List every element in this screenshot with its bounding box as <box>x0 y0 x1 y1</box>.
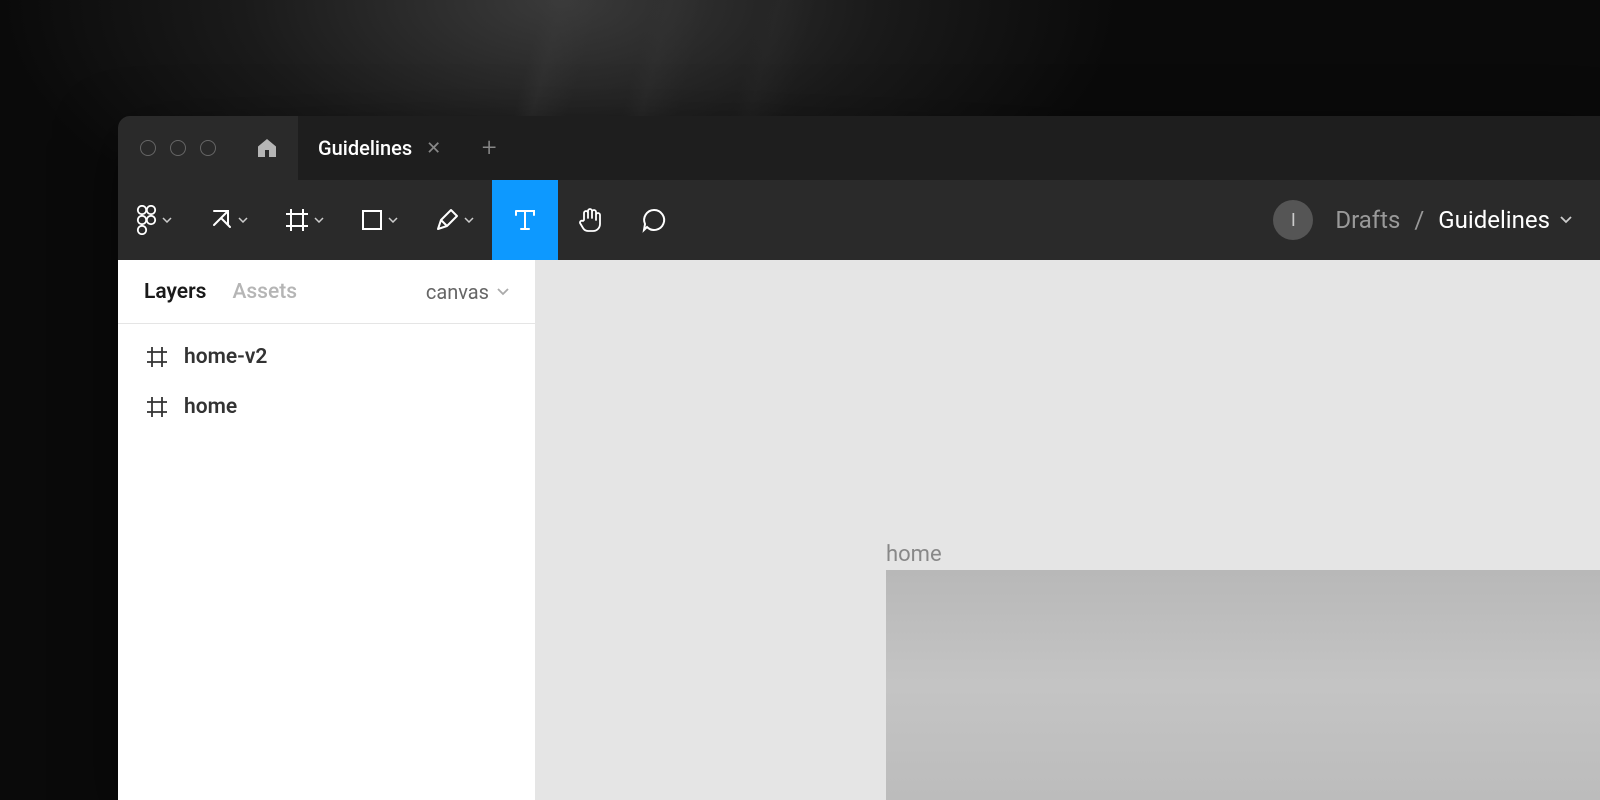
artboard-home[interactable] <box>886 570 1600 800</box>
left-sidebar: Layers Assets canvas home-v2 <box>118 260 536 800</box>
new-tab-button[interactable]: + <box>461 116 517 180</box>
avatar-initial: I <box>1291 210 1296 231</box>
tab-assets[interactable]: Assets <box>232 280 297 304</box>
layer-name: home <box>184 395 237 419</box>
toolbar: I Drafts / Guidelines <box>118 180 1600 260</box>
chevron-down-icon <box>464 215 474 225</box>
file-tab[interactable]: Guidelines ✕ <box>298 116 461 180</box>
frame-label[interactable]: home <box>886 542 942 567</box>
content-area: Layers Assets canvas home-v2 <box>118 260 1600 800</box>
frame-icon <box>284 207 310 233</box>
home-icon <box>255 136 279 160</box>
close-tab-icon[interactable]: ✕ <box>426 138 441 159</box>
titlebar: Guidelines ✕ + <box>118 116 1600 180</box>
comment-tool[interactable] <box>622 180 686 260</box>
sidebar-tabs: Layers Assets canvas <box>118 260 535 324</box>
avatar[interactable]: I <box>1273 200 1313 240</box>
tab-title: Guidelines <box>318 136 412 160</box>
chevron-down-icon <box>1560 216 1572 224</box>
figma-icon <box>136 205 158 235</box>
comment-icon <box>641 207 667 233</box>
home-button[interactable] <box>236 116 298 180</box>
page-selector[interactable]: canvas <box>426 280 509 304</box>
frame-tool[interactable] <box>266 180 342 260</box>
pen-icon <box>434 207 460 233</box>
layer-list: home-v2 home <box>118 324 535 432</box>
text-tool[interactable] <box>492 180 558 260</box>
main-menu[interactable] <box>118 180 190 260</box>
hand-icon <box>576 206 604 234</box>
layer-item[interactable]: home <box>118 382 535 432</box>
breadcrumb: I Drafts / Guidelines <box>1273 180 1600 260</box>
close-window[interactable] <box>140 140 156 156</box>
move-tool[interactable] <box>190 180 266 260</box>
frame-icon <box>146 346 168 368</box>
rectangle-icon <box>360 208 384 232</box>
hand-tool[interactable] <box>558 180 622 260</box>
frame-icon <box>146 396 168 418</box>
window-controls <box>118 116 236 180</box>
breadcrumb-parent[interactable]: Drafts <box>1335 206 1400 234</box>
pen-tool[interactable] <box>416 180 492 260</box>
breadcrumb-current[interactable]: Guidelines <box>1438 206 1572 234</box>
chevron-down-icon <box>162 215 172 225</box>
move-icon <box>208 207 234 233</box>
app-window: Guidelines ✕ + <box>118 116 1600 800</box>
text-icon <box>512 207 538 233</box>
chevron-down-icon <box>238 215 248 225</box>
layer-item[interactable]: home-v2 <box>118 332 535 382</box>
minimize-window[interactable] <box>170 140 186 156</box>
layer-name: home-v2 <box>184 345 267 369</box>
maximize-window[interactable] <box>200 140 216 156</box>
tab-layers[interactable]: Layers <box>144 280 206 304</box>
shape-tool[interactable] <box>342 180 416 260</box>
chevron-down-icon <box>314 215 324 225</box>
chevron-down-icon <box>497 288 509 296</box>
breadcrumb-separator: / <box>1414 206 1424 234</box>
canvas[interactable]: home <box>536 260 1600 800</box>
chevron-down-icon <box>388 215 398 225</box>
